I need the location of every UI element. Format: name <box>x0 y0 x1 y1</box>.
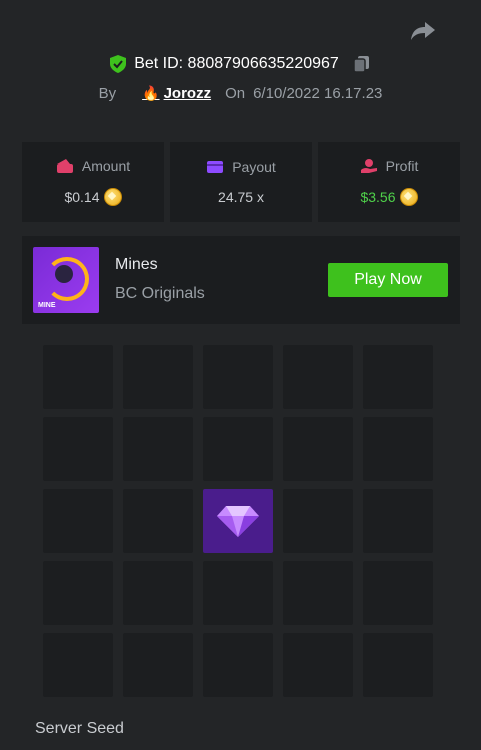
hidden-tile <box>43 345 113 409</box>
server-seed-label: Server Seed <box>35 720 124 737</box>
stat-amount: Amount $0.14 <box>22 142 164 222</box>
stat-amount-label: Amount <box>81 158 131 174</box>
hidden-tile <box>203 345 273 409</box>
revealed-gem-tile <box>203 489 273 553</box>
bet-id-text: Bet ID: 88087906635220967 <box>134 55 339 72</box>
hidden-tile <box>123 417 193 481</box>
hidden-tile <box>203 561 273 625</box>
stat-profit-label: Profit <box>385 158 419 174</box>
game-name: Mines <box>115 256 158 273</box>
diamond-icon <box>217 506 259 537</box>
hidden-tile <box>363 633 433 697</box>
hidden-tile <box>203 417 273 481</box>
coin-icon <box>103 188 122 206</box>
hidden-tile <box>43 489 113 553</box>
stat-profit-value: $3.56 <box>360 189 396 205</box>
thumb-label: MINE <box>38 302 56 309</box>
hidden-tile <box>283 417 353 481</box>
hidden-tile <box>363 345 433 409</box>
hidden-tile <box>43 417 113 481</box>
stat-amount-value: $0.14 <box>64 189 100 205</box>
game-card: MINE Mines BC Originals Play Now <box>22 236 460 324</box>
hidden-tile <box>363 561 433 625</box>
stat-payout-label: Payout <box>232 159 276 175</box>
mines-game-thumbnail[interactable]: MINE <box>33 247 99 313</box>
hidden-tile <box>43 633 113 697</box>
play-now-button[interactable]: Play Now <box>328 263 448 297</box>
share-icon[interactable] <box>410 20 436 42</box>
game-provider: BC Originals <box>115 285 205 302</box>
coin-icon <box>399 188 418 206</box>
hidden-tile <box>283 561 353 625</box>
shield-check-icon <box>110 55 127 73</box>
hidden-tile <box>283 345 353 409</box>
bet-stats: Amount $0.14 Payout 24.75 x Profit $3.56 <box>22 142 460 222</box>
stat-payout-value: 24.75 x <box>218 189 264 205</box>
stat-payout: Payout 24.75 x <box>170 142 312 222</box>
hidden-tile <box>363 489 433 553</box>
bet-id-row: Bet ID: 88087906635220967 <box>0 52 481 76</box>
by-label: By <box>98 84 117 102</box>
stat-profit: Profit $3.56 <box>318 142 460 222</box>
hidden-tile <box>123 633 193 697</box>
hidden-tile <box>43 561 113 625</box>
author-row: By 🔥 Jorozz On 6/10/2022 16.17.23 <box>0 82 481 104</box>
on-label: On <box>225 84 246 102</box>
hidden-tile <box>283 489 353 553</box>
fire-icon: 🔥 <box>142 84 160 101</box>
mines-board <box>43 345 434 698</box>
profit-hand-icon <box>360 159 377 173</box>
bet-timestamp: 6/10/2022 16.17.23 <box>253 84 383 102</box>
username-link[interactable]: 🔥 Jorozz <box>142 85 211 102</box>
hidden-tile <box>203 633 273 697</box>
hidden-tile <box>283 633 353 697</box>
hidden-tile <box>363 417 433 481</box>
card-icon <box>207 161 224 173</box>
hidden-tile <box>123 561 193 625</box>
hidden-tile <box>123 489 193 553</box>
wallet-icon <box>56 159 73 173</box>
username-text: Jorozz <box>163 84 212 102</box>
hidden-tile <box>123 345 193 409</box>
copy-icon[interactable] <box>353 55 371 73</box>
